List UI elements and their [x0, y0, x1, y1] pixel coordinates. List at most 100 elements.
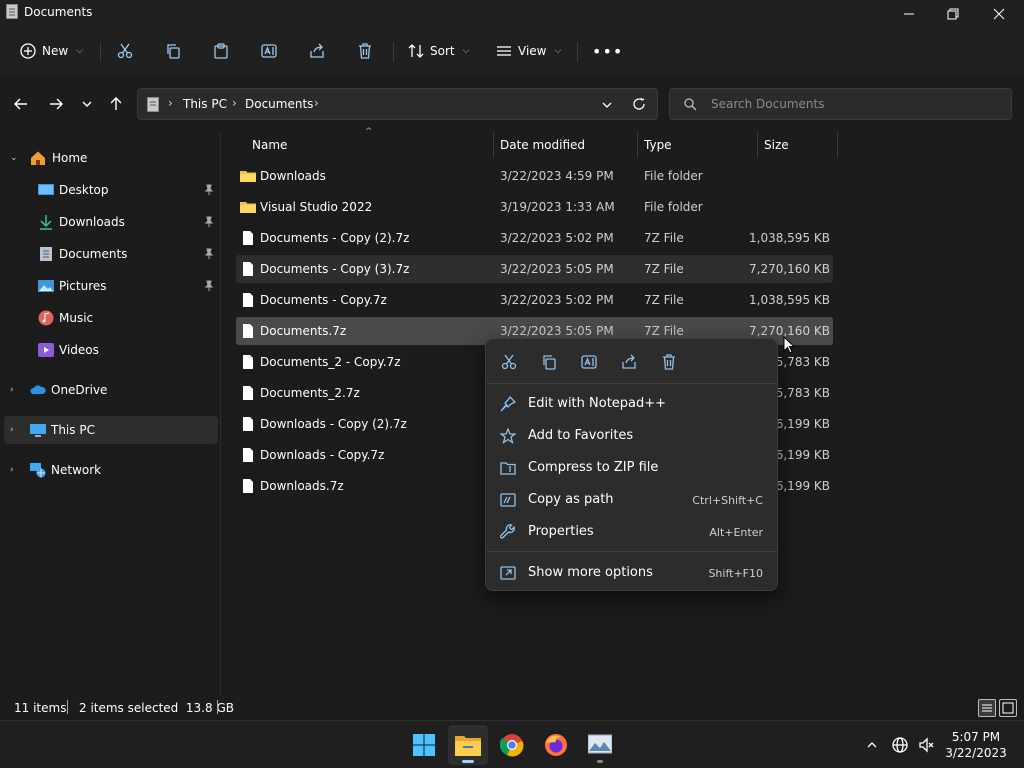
column-resize-handle[interactable] [757, 131, 758, 158]
sidebar-item-pictures[interactable]: Pictures [4, 272, 218, 300]
pane-divider[interactable] [220, 132, 221, 695]
delete-button[interactable] [357, 38, 373, 64]
arrow-up-icon [110, 97, 122, 110]
file-row[interactable]: Documents - Copy (2).7z 3/22/2023 5:02 P… [236, 224, 833, 252]
cut-button[interactable] [117, 38, 133, 64]
see-more-button[interactable]: ••• [592, 38, 623, 64]
forward-button[interactable] [44, 92, 68, 116]
volume-button[interactable] [916, 735, 936, 755]
pin-icon[interactable] [203, 248, 215, 260]
copy-button[interactable] [165, 38, 181, 64]
new-button[interactable]: New ⌵ [20, 38, 83, 64]
taskbar-file-explorer[interactable] [448, 725, 488, 765]
menu-item-copy-path[interactable]: Copy as path Ctrl+Shift+C [490, 484, 773, 516]
sidebar-item-documents[interactable]: Documents [4, 240, 218, 268]
file-name: Documents - Copy (3).7z [260, 262, 410, 276]
large-icons-view-button[interactable] [999, 699, 1017, 717]
sidebar-item-videos[interactable]: Videos [4, 336, 218, 364]
column-resize-handle[interactable] [837, 131, 838, 158]
restore-button[interactable] [930, 0, 976, 28]
column-resize-handle[interactable] [637, 131, 638, 158]
chevron-down-icon[interactable] [601, 99, 613, 111]
taskbar-photos-app[interactable] [580, 725, 620, 765]
refresh-icon[interactable] [632, 97, 646, 111]
context-rename-button[interactable] [576, 351, 602, 373]
file-row-selected[interactable]: Documents - Copy (3).7z 3/22/2023 5:05 P… [236, 255, 833, 283]
expand-chevron-icon[interactable]: › [10, 465, 14, 475]
menu-item-show-more[interactable]: Show more options Shift+F10 [490, 557, 773, 589]
context-delete-button[interactable] [656, 351, 682, 373]
menu-item-properties[interactable]: Properties Alt+Enter [490, 516, 773, 548]
item-count: 11 items [14, 701, 67, 715]
menu-item-label: Show more options [528, 565, 653, 580]
column-resize-handle[interactable] [493, 131, 494, 158]
sidebar-label-home: Home [52, 151, 88, 165]
document-icon [6, 4, 18, 19]
clock[interactable]: 5:07 PM 3/22/2023 [944, 729, 1008, 761]
arrow-left-icon [14, 98, 27, 110]
sidebar-item-downloads[interactable]: Downloads [4, 208, 218, 236]
file-row[interactable]: Downloads 3/22/2023 4:59 PM File folder [236, 162, 833, 190]
address-bar[interactable]: › This PC › Documents › [137, 88, 658, 120]
file-date: 3/22/2023 5:02 PM [500, 293, 614, 307]
details-view-button[interactable] [978, 699, 996, 717]
sidebar-item-desktop[interactable]: Desktop [4, 176, 218, 204]
search-input[interactable]: Search Documents [711, 97, 824, 111]
column-header-size[interactable]: Size [764, 138, 789, 152]
file-type: File folder [644, 169, 703, 183]
menu-item-edit-notepad[interactable]: Edit with Notepad++ [490, 388, 773, 420]
back-button[interactable] [9, 92, 33, 116]
show-hidden-icons-button[interactable] [862, 735, 882, 755]
menu-item-add-favorites[interactable]: Add to Favorites [490, 420, 773, 452]
column-header-type[interactable]: Type [644, 138, 672, 152]
expand-chevron-icon[interactable]: ⌄ [10, 153, 18, 163]
sidebar-item-onedrive[interactable]: › OneDrive [4, 376, 218, 404]
context-share-button[interactable] [616, 351, 642, 373]
expand-chevron-icon[interactable]: › [10, 385, 14, 395]
sort-button[interactable]: Sort ⌵ [408, 38, 469, 64]
folder-icon [240, 171, 256, 182]
pin-icon[interactable] [203, 280, 215, 292]
menu-separator [487, 551, 778, 552]
breadcrumb-documents[interactable]: Documents [245, 97, 313, 111]
up-button[interactable] [104, 92, 128, 116]
pictures-icon [38, 280, 54, 292]
file-size: 7,270,160 KB [749, 262, 830, 276]
sidebar-item-network[interactable]: › Network [4, 456, 218, 484]
file-type: 7Z File [644, 324, 684, 338]
rename-button[interactable] [261, 38, 277, 64]
sidebar-item-home[interactable]: ⌄ Home [4, 144, 218, 172]
expand-chevron-icon[interactable]: › [10, 425, 14, 435]
sidebar-label-documents: Documents [59, 247, 128, 261]
restore-icon [947, 8, 959, 20]
menu-item-compress-zip[interactable]: Compress to ZIP file [490, 452, 773, 484]
details-view-icon [982, 704, 992, 712]
network-status-button[interactable] [890, 735, 910, 755]
paste-button[interactable] [213, 38, 229, 64]
trash-icon [663, 354, 675, 370]
sidebar-item-this-pc[interactable]: › This PC [4, 416, 218, 444]
sidebar-label-pictures: Pictures [59, 279, 107, 293]
breadcrumb-this-pc[interactable]: This PC [183, 97, 227, 111]
start-button[interactable] [404, 725, 444, 765]
column-header-date[interactable]: Date modified [500, 138, 585, 152]
photos-app-icon [588, 734, 612, 754]
view-button[interactable]: View ⌵ [496, 38, 561, 64]
sidebar-label-network: Network [51, 463, 102, 477]
share-button[interactable] [309, 38, 325, 64]
minimize-button[interactable] [886, 0, 932, 28]
taskbar-firefox[interactable] [536, 725, 576, 765]
sidebar-item-music[interactable]: Music [4, 304, 218, 332]
context-copy-button[interactable] [536, 351, 562, 373]
file-row[interactable]: Visual Studio 2022 3/19/2023 1:33 AM Fil… [236, 193, 833, 221]
pin-icon[interactable] [203, 216, 215, 228]
menu-item-shortcut: Ctrl+Shift+C [692, 494, 763, 507]
column-header-name[interactable]: Name [252, 138, 287, 152]
recent-locations-button[interactable] [75, 92, 99, 116]
close-button[interactable] [976, 0, 1022, 28]
context-cut-button[interactable] [496, 351, 522, 373]
file-row[interactable]: Documents - Copy.7z 3/22/2023 5:02 PM 7Z… [236, 286, 833, 314]
taskbar-chrome[interactable] [492, 725, 532, 765]
pin-icon[interactable] [203, 184, 215, 196]
search-box[interactable]: Search Documents [669, 88, 1012, 120]
